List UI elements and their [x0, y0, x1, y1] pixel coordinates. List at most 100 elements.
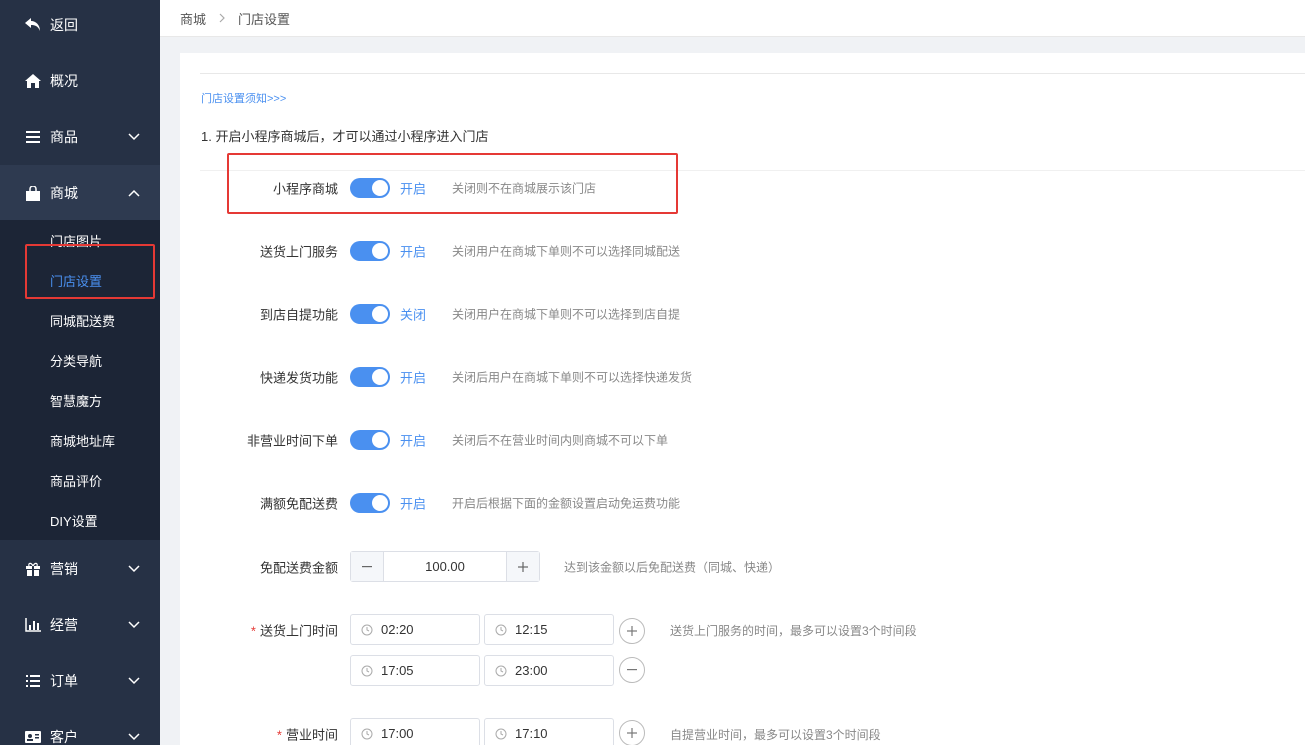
toggle-state: 关闭	[400, 307, 427, 323]
chevron-right-icon	[218, 13, 226, 23]
chevron-down-icon	[128, 563, 140, 575]
setting-row-off-hours-order: 非营业时间下单 开启 关闭后不在营业时间内则商城不可以下单	[180, 425, 1305, 455]
remove-time-slot-button[interactable]	[619, 657, 645, 683]
sidebar-item-mall[interactable]: 商城	[0, 165, 160, 221]
delivery-time-start-1[interactable]: 02:20	[350, 614, 480, 645]
business-time-end-1[interactable]: 17:10	[484, 718, 614, 745]
clock-icon	[495, 728, 507, 740]
clock-icon	[495, 665, 507, 677]
setting-hint: 关闭用户在商城下单则不可以选择同城配送	[452, 244, 681, 259]
sidebar-item-marketing[interactable]: 营销	[0, 541, 160, 597]
free-amount-input[interactable]: 100.00	[384, 552, 506, 581]
setting-label: 非营业时间下单	[246, 433, 338, 449]
minus-icon	[362, 565, 372, 567]
home-delivery-toggle[interactable]	[350, 241, 390, 261]
submenu-label: 商品评价	[50, 473, 103, 489]
delivery-time-end-2[interactable]: 23:00	[484, 655, 614, 686]
clock-icon	[361, 728, 373, 740]
free-amount-stepper: 100.00	[350, 551, 540, 582]
delivery-time-hint: 送货上门服务的时间，最多可以设置3个时间段	[670, 624, 917, 638]
back-button[interactable]: 返回	[0, 0, 160, 50]
submenu-label: 分类导航	[50, 353, 103, 369]
setting-row-store-pickup: 到店自提功能 关闭 关闭用户在商城下单则不可以选择到店自提	[180, 299, 1305, 329]
toggle-state: 开启	[400, 433, 427, 449]
sidebar-item-label: 经营	[50, 617, 78, 633]
add-business-time-slot-button[interactable]	[619, 720, 645, 745]
setting-row-free-shipping-threshold: 满额免配送费 开启 开启后根据下面的金额设置启动免运费功能	[180, 488, 1305, 518]
setting-label: 到店自提功能	[259, 307, 338, 323]
setting-label: * 营业时间	[277, 724, 338, 743]
setting-hint: 关闭则不在商城展示该门店	[452, 181, 597, 196]
submenu-item-delivery-fee[interactable]: 同城配送费	[0, 300, 160, 340]
plus-icon	[518, 561, 528, 572]
setting-row-free-amount: 免配送费金额 100.00 达到该金额以后免配送费（同城、快递）	[180, 551, 1305, 582]
free-shipping-threshold-toggle[interactable]	[350, 493, 390, 513]
clock-icon	[361, 624, 373, 636]
time-value: 23:00	[515, 663, 548, 678]
add-time-slot-button[interactable]	[619, 618, 645, 644]
setting-label: 满额免配送费	[259, 496, 338, 512]
shopping-bag-icon	[24, 184, 42, 202]
business-time-start-1[interactable]: 17:00	[350, 718, 480, 745]
time-value: 12:15	[515, 622, 548, 637]
order-list-icon	[24, 672, 42, 690]
sidebar-item-orders[interactable]: 订单	[0, 653, 160, 709]
sidebar-item-goods[interactable]: 商品	[0, 109, 160, 165]
toggle-knob	[372, 180, 388, 196]
plus-icon	[627, 728, 637, 738]
time-value: 17:00	[381, 726, 414, 741]
chevron-up-icon	[128, 187, 140, 199]
setting-row-mini-program-mall: 小程序商城 开启 关闭则不在商城展示该门店	[180, 173, 1305, 203]
mini-program-mall-toggle[interactable]	[350, 178, 390, 198]
delivery-time-start-2[interactable]: 17:05	[350, 655, 480, 686]
increment-button[interactable]	[506, 552, 539, 581]
sidebar-item-customers[interactable]: 客户	[0, 709, 160, 745]
clock-icon	[495, 624, 507, 636]
store-settings-notice-link[interactable]: 门店设置须知>>>	[201, 90, 286, 106]
toggle-knob	[372, 369, 388, 385]
minus-icon	[627, 669, 637, 671]
toggle-knob	[372, 243, 388, 259]
setting-label: 免配送费金额	[259, 560, 338, 575]
divider	[200, 73, 1305, 74]
submenu-item-diy-settings[interactable]: DIY设置	[0, 500, 160, 540]
sidebar-item-label: 营销	[50, 561, 78, 577]
business-time-hint: 自提营业时间，最多可以设置3个时间段	[670, 728, 881, 742]
business-time-label: 营业时间	[285, 727, 338, 742]
required-mark: *	[276, 727, 282, 742]
submenu-label: 智慧魔方	[50, 393, 103, 409]
sidebar-item-operations[interactable]: 经营	[0, 597, 160, 653]
chevron-down-icon	[128, 619, 140, 631]
sidebar-item-label: 概况	[50, 73, 78, 89]
setting-hint: 达到该金额以后免配送费（同城、快递）	[564, 560, 781, 574]
submenu-item-store-settings[interactable]: 门店设置	[0, 260, 160, 300]
plus-icon	[627, 626, 637, 636]
store-pickup-toggle[interactable]	[350, 304, 390, 324]
sidebar-item-overview[interactable]: 概况	[0, 53, 160, 109]
delivery-time-end-1[interactable]: 12:15	[484, 614, 614, 645]
setting-hint: 开启后根据下面的金额设置启动免运费功能	[452, 496, 681, 511]
toggle-state: 开启	[400, 244, 427, 260]
setting-label: 快递发货功能	[259, 370, 338, 386]
chevron-down-icon	[128, 131, 140, 143]
breadcrumb-parent[interactable]: 商城	[180, 9, 206, 28]
chevron-down-icon	[128, 675, 140, 687]
submenu-item-store-images[interactable]: 门店图片	[0, 220, 160, 260]
submenu-item-address-library[interactable]: 商城地址库	[0, 420, 160, 460]
breadcrumb: 商城 门店设置	[160, 0, 1305, 37]
submenu-item-smart-cube[interactable]: 智慧魔方	[0, 380, 160, 420]
setting-hint: 关闭用户在商城下单则不可以选择到店自提	[452, 307, 681, 322]
time-value: 02:20	[381, 622, 414, 637]
breadcrumb-current: 门店设置	[238, 11, 291, 27]
express-shipping-toggle[interactable]	[350, 367, 390, 387]
submenu-item-goods-reviews[interactable]: 商品评价	[0, 460, 160, 500]
toggle-knob	[372, 495, 388, 511]
decrement-button[interactable]	[351, 552, 384, 581]
setting-label: * 送货上门时间	[251, 620, 338, 639]
off-hours-order-toggle[interactable]	[350, 430, 390, 450]
delivery-time-label: 送货上门时间	[259, 623, 338, 638]
chevron-down-icon	[128, 731, 140, 743]
submenu-label: 门店设置	[50, 273, 103, 289]
settings-panel: 门店设置须知>>> 1. 开启小程序商城后，才可以通过小程序进入门店 小程序商城…	[180, 53, 1305, 745]
submenu-item-category-nav[interactable]: 分类导航	[0, 340, 160, 380]
